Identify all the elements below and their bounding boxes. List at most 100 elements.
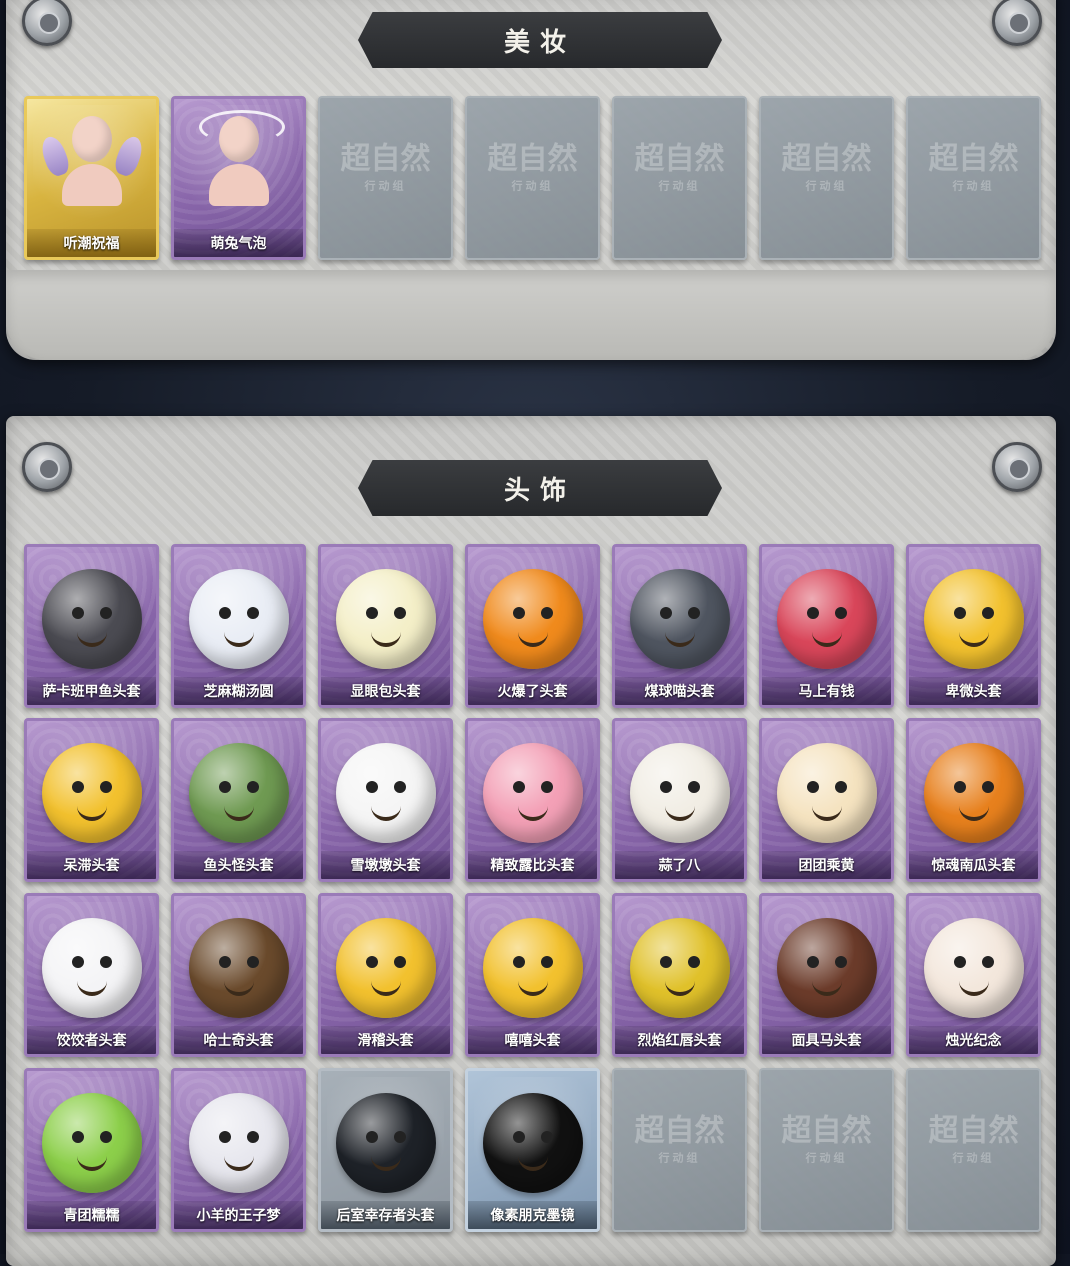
item-card[interactable]: 饺饺者头套 — [24, 893, 159, 1057]
watermark-sub: 行动组 — [511, 179, 554, 193]
headwear-mask-icon — [41, 569, 142, 669]
item-name: 面具马头套 — [762, 1026, 891, 1054]
headwear-mask-icon — [335, 743, 436, 843]
headwear-mask-icon — [335, 918, 436, 1018]
watermark-main: 超自然 — [634, 1113, 725, 1149]
item-card[interactable]: 嘻嘻头套 — [465, 893, 600, 1057]
item-name: 听潮祝福 — [27, 229, 156, 257]
headwear-row: 呆滞头套 鱼头怪头套 雪墩墩头套 精致露比头套 蒜了八 团团乘黄 惊魂南瓜头套 — [24, 718, 1041, 882]
watermark-sub: 行动组 — [805, 1151, 848, 1165]
panel-lip — [6, 270, 1056, 360]
watermark-main: 超自然 — [340, 141, 431, 177]
headwear-mask-icon — [776, 743, 877, 843]
item-name: 嘻嘻头套 — [468, 1026, 597, 1054]
headwear-mask-icon — [776, 918, 877, 1018]
empty-slot[interactable]: 超自然 行动组 — [612, 96, 747, 260]
item-card[interactable]: 团团乘黄 — [759, 718, 894, 882]
headwear-mask-icon — [188, 918, 289, 1018]
headwear-section-title: 头饰 — [358, 460, 722, 516]
watermark-sub: 行动组 — [952, 1151, 995, 1165]
headwear-mask-icon — [482, 1093, 583, 1193]
item-name: 卑微头套 — [909, 677, 1038, 705]
watermark-main: 超自然 — [634, 141, 725, 177]
headwear-mask-icon — [776, 569, 877, 669]
headwear-row: 饺饺者头套 哈士奇头套 滑稽头套 嘻嘻头套 烈焰红唇头套 面具马头套 烛光纪念 — [24, 893, 1041, 1057]
headwear-mask-icon — [41, 1093, 142, 1193]
headwear-mask-icon — [41, 743, 142, 843]
item-card[interactable]: 像素朋克墨镜 — [465, 1068, 600, 1232]
item-card[interactable]: 精致露比头套 — [465, 718, 600, 882]
item-name: 雪墩墩头套 — [321, 851, 450, 879]
empty-slot[interactable]: 超自然 行动组 — [759, 96, 894, 260]
watermark-main: 超自然 — [928, 1113, 1019, 1149]
empty-slot[interactable]: 超自然 行动组 — [318, 96, 453, 260]
item-name: 烈焰红唇头套 — [615, 1026, 744, 1054]
item-card[interactable]: 煤球喵头套 — [612, 544, 747, 708]
halo-doll-icon — [198, 110, 285, 206]
item-card[interactable]: 烈焰红唇头套 — [612, 893, 747, 1057]
item-card[interactable]: 后室幸存者头套 — [318, 1068, 453, 1232]
item-card[interactable]: 芝麻糊汤圆 — [171, 544, 306, 708]
item-card[interactable]: 青团糯糯 — [24, 1068, 159, 1232]
item-card[interactable]: 小羊的王子梦 — [171, 1068, 306, 1232]
headwear-mask-icon — [482, 918, 583, 1018]
item-card[interactable]: 雪墩墩头套 — [318, 718, 453, 882]
item-card[interactable]: 显眼包头套 — [318, 544, 453, 708]
headwear-row: 青团糯糯 小羊的王子梦 后室幸存者头套 像素朋克墨镜 超自然 行动组 超自然 行动组 超自然 行动… — [24, 1068, 1041, 1232]
item-name: 萨卡班甲鱼头套 — [27, 677, 156, 705]
empty-slot[interactable]: 超自然 行动组 — [906, 1068, 1041, 1232]
item-name: 哈士奇头套 — [174, 1026, 303, 1054]
item-card[interactable]: 鱼头怪头套 — [171, 718, 306, 882]
watermark-logo: 超自然 行动组 — [928, 1113, 1019, 1165]
item-name: 精致露比头套 — [468, 851, 597, 879]
watermark-logo: 超自然 行动组 — [929, 144, 1019, 193]
makeup-row: 听潮祝福 萌兔气泡 超自然 行动组 超自然 行动组 超自然 行动组 超自然 行动组 超自然 行动组 — [24, 96, 1041, 260]
item-card[interactable]: 萨卡班甲鱼头套 — [24, 544, 159, 708]
watermark-logo: 超自然 行动组 — [781, 1113, 872, 1165]
item-name: 煤球喵头套 — [615, 677, 744, 705]
item-card[interactable]: 惊魂南瓜头套 — [906, 718, 1041, 882]
item-name: 火爆了头套 — [468, 677, 597, 705]
watermark-sub: 行动组 — [805, 179, 848, 193]
headwear-mask-icon — [482, 743, 583, 843]
watermark-logo: 超自然 行动组 — [634, 141, 725, 193]
item-card[interactable]: 呆滞头套 — [24, 718, 159, 882]
headwear-mask-icon — [188, 569, 289, 669]
item-name: 呆滞头套 — [27, 851, 156, 879]
item-name: 团团乘黄 — [762, 851, 891, 879]
item-name: 烛光纪念 — [909, 1026, 1038, 1054]
watermark-main: 超自然 — [487, 141, 578, 177]
item-name: 惊魂南瓜头套 — [909, 851, 1038, 879]
empty-slot[interactable]: 超自然 行动组 — [759, 1068, 894, 1232]
item-name: 饺饺者头套 — [27, 1026, 156, 1054]
item-card[interactable]: 哈士奇头套 — [171, 893, 306, 1057]
watermark-main: 超自然 — [781, 141, 872, 177]
item-card[interactable]: 火爆了头套 — [465, 544, 600, 708]
item-name: 青团糯糯 — [27, 1201, 156, 1229]
makeup-section-title: 美妆 — [358, 12, 722, 68]
item-card[interactable]: 听潮祝福 — [24, 96, 159, 260]
watermark-logo: 超自然 行动组 — [487, 141, 578, 193]
item-name: 像素朋克墨镜 — [468, 1201, 597, 1229]
headwear-mask-icon — [629, 743, 730, 843]
empty-slot[interactable]: 超自然 行动组 — [612, 1068, 747, 1232]
headwear-row: 萨卡班甲鱼头套 芝麻糊汤圆 显眼包头套 火爆了头套 煤球喵头套 马上有钱 卑微头套 — [24, 544, 1041, 708]
item-name: 后室幸存者头套 — [321, 1201, 450, 1229]
item-card[interactable]: 面具马头套 — [759, 893, 894, 1057]
watermark-sub: 行动组 — [658, 1151, 701, 1165]
watermark-main: 超自然 — [781, 1113, 872, 1149]
item-card[interactable]: 马上有钱 — [759, 544, 894, 708]
item-card[interactable]: 卑微头套 — [906, 544, 1041, 708]
headwear-mask-icon — [335, 1093, 436, 1193]
item-card[interactable]: 滑稽头套 — [318, 893, 453, 1057]
watermark-sub: 行动组 — [658, 179, 701, 193]
item-name: 蒜了八 — [615, 851, 744, 879]
item-card[interactable]: 萌兔气泡 — [171, 96, 306, 260]
item-name: 滑稽头套 — [321, 1026, 450, 1054]
item-card[interactable]: 蒜了八 — [612, 718, 747, 882]
empty-slot[interactable]: 超自然 行动组 — [906, 96, 1041, 260]
headwear-mask-icon — [923, 569, 1024, 669]
watermark-sub: 行动组 — [952, 179, 995, 193]
item-card[interactable]: 烛光纪念 — [906, 893, 1041, 1057]
empty-slot[interactable]: 超自然 行动组 — [465, 96, 600, 260]
